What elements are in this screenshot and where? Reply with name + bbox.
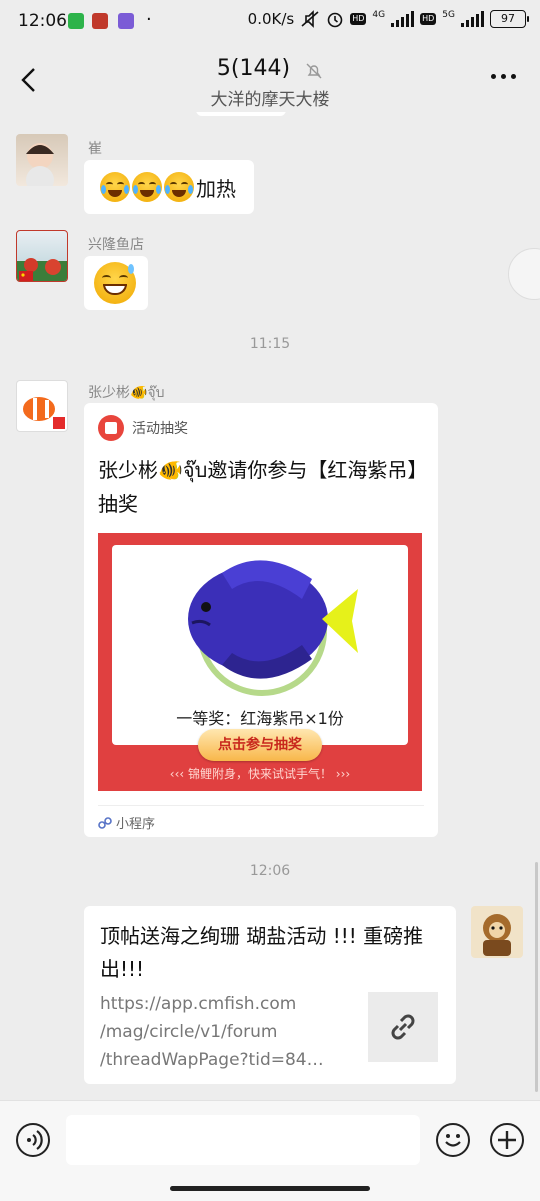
- mini-program-card[interactable]: 活动抽奖 张少彬🐠จุ๊บ邀请你参与【红海紫吊】抽奖 一等奖：红海紫吊×1份 点…: [84, 403, 438, 837]
- emoji-button[interactable]: [436, 1123, 470, 1157]
- more-options-icon[interactable]: [491, 74, 516, 79]
- mini-program-icon: [98, 816, 112, 829]
- purple-tang-fish-icon: [188, 560, 358, 696]
- signal-icon: [391, 11, 415, 27]
- battery-icon: 97: [490, 10, 529, 28]
- hd-badge: HD: [350, 13, 367, 25]
- timestamp: 11:15: [249, 336, 291, 352]
- mini-program-label: 小程序: [98, 813, 155, 832]
- app-notification-icon: [92, 13, 108, 29]
- timestamp: 12:06: [249, 863, 291, 879]
- prize-text: 一等奖：红海紫吊×1份: [176, 709, 344, 728]
- voice-icon: [27, 1130, 43, 1150]
- status-time: 12:06: [18, 11, 67, 31]
- chat-area[interactable]: 崔 加热 兴隆鱼店 11:15 张少彬🐠จุ๊บ 活动抽奖 张少彬🐠จุ๊บ邀请…: [0, 112, 540, 1100]
- message-content: 加热: [100, 172, 236, 202]
- chat-subtitle: 大洋的摩天大楼: [210, 90, 330, 110]
- crying-laughing-emoji-icon: [100, 172, 130, 202]
- sender-name: 崔: [88, 141, 102, 157]
- network-speed: 0.0K/s: [247, 10, 295, 28]
- prize-panel: 一等奖：红海紫吊×1份: [112, 545, 408, 745]
- lottery-app-icon: [98, 415, 124, 441]
- link-thumbnail: [368, 992, 438, 1062]
- crying-laughing-emoji-icon: [132, 172, 162, 202]
- crying-laughing-emoji-icon: [164, 172, 194, 202]
- divider: [98, 805, 424, 806]
- signal-icon: [461, 11, 484, 27]
- join-lottery-button[interactable]: 点击参与抽奖: [198, 729, 322, 761]
- link-icon: [391, 1014, 415, 1040]
- floating-side-button[interactable]: [508, 248, 540, 300]
- notification-dot: ·: [146, 9, 152, 30]
- link-message-bubble[interactable]: 顶帖送海之绚珊 瑚盐活动 !!! 重磅推出!!! https://app.cmf…: [84, 906, 456, 1084]
- voice-input-button[interactable]: [16, 1123, 50, 1157]
- status-bar: 12:06 · 0.0K/s HD 4G HD 5G 97: [0, 0, 540, 44]
- more-functions-button[interactable]: [490, 1123, 524, 1157]
- network-type: 4G: [372, 10, 386, 20]
- avatar[interactable]: [16, 134, 68, 186]
- status-right-group: 0.0K/s HD 4G HD 5G 97: [247, 10, 529, 28]
- avatar[interactable]: [16, 230, 68, 282]
- sender-name: 张少彬🐠จุ๊บ: [88, 385, 165, 401]
- card-app-header: 活动抽奖: [98, 415, 188, 441]
- app-notification-icon: [68, 13, 84, 29]
- message-bubble[interactable]: [84, 256, 148, 310]
- previous-bubble-edge: [196, 112, 286, 116]
- grinning-sweat-emoji-icon: [94, 262, 136, 304]
- smiley-icon: [445, 1134, 461, 1147]
- link-url: https://app.cmfish.com /mag/circle/v1/fo…: [100, 994, 324, 1070]
- card-title: 张少彬🐠จุ๊บ邀请你参与【红海紫吊】抽奖: [98, 458, 418, 516]
- message-bubble[interactable]: 加热: [84, 160, 254, 214]
- mute-icon: [301, 10, 319, 28]
- chat-title: 5(144): [216, 56, 291, 81]
- mini-program-text: 小程序: [116, 817, 156, 832]
- promo-image: 一等奖：红海紫吊×1份 点击参与抽奖 ‹‹‹ 锦鲤附身，快来试试手气！ ›››: [98, 533, 422, 791]
- avatar[interactable]: [471, 906, 523, 958]
- sender-name: 兴隆鱼店: [88, 237, 144, 253]
- message-input[interactable]: [66, 1115, 420, 1165]
- avatar[interactable]: [16, 380, 68, 432]
- hd-badge: HD: [420, 13, 437, 25]
- chat-header: 5(144) 大洋的摩天大楼: [0, 44, 540, 112]
- scrollbar[interactable]: [535, 862, 538, 1092]
- link-title: 顶帖送海之绚珊 瑚盐活动 !!! 重磅推出!!!: [100, 924, 424, 981]
- title-wrap: 5(144) 大洋的摩天大楼: [0, 56, 540, 110]
- promo-tagline: ‹‹‹ 锦鲤附身，快来试试手气！ ›››: [169, 767, 351, 781]
- network-type: 5G: [442, 10, 455, 20]
- alarm-icon: [327, 12, 343, 28]
- message-text: 加热: [196, 176, 236, 201]
- muted-bell-icon: [306, 63, 322, 78]
- home-indicator[interactable]: [170, 1186, 370, 1191]
- app-notification-icon: [118, 13, 134, 29]
- card-app-name: 活动抽奖: [132, 421, 188, 437]
- plus-icon: [498, 1131, 516, 1149]
